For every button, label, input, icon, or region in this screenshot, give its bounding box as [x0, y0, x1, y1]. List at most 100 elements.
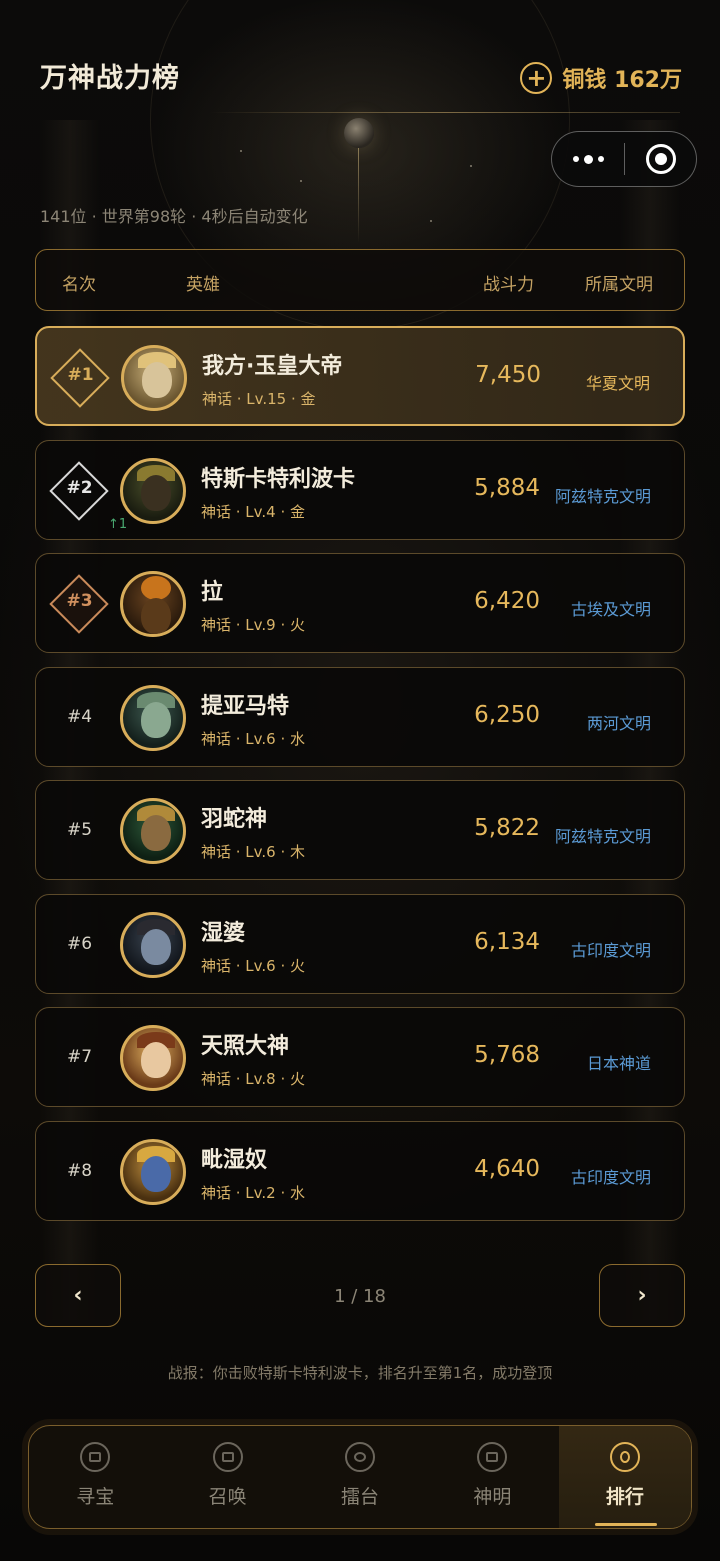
avatar-face — [142, 362, 172, 398]
battle-report: 战报：你击败特斯卡特利波卡，排名升至第1名，成功登顶 — [167, 1364, 553, 1382]
hero-meta: 神话 · Lv.2 · 水 — [201, 1184, 305, 1202]
rank-change: ↑1 — [108, 517, 128, 532]
hero-avatar — [121, 345, 187, 411]
tab-label: 寻宝 — [76, 1486, 115, 1508]
avatar-face — [141, 1156, 171, 1192]
tab-arena[interactable]: 擂台 — [294, 1426, 426, 1528]
tab-treasure[interactable]: 寻宝 — [29, 1426, 161, 1528]
hero-power: 6,250 — [474, 702, 540, 728]
avatar-face — [141, 929, 171, 965]
hero-avatar — [120, 458, 186, 524]
hero-civilization: 古埃及文明 — [570, 600, 651, 619]
column-civ: 所属文明 — [585, 275, 653, 295]
deity-icon — [477, 1442, 508, 1472]
hero-civilization: 古印度文明 — [570, 1168, 651, 1187]
tab-ranking[interactable]: 排行 — [558, 1426, 692, 1528]
hero-civilization: 古印度文明 — [570, 941, 651, 960]
more-options-icon[interactable] — [552, 132, 624, 186]
header: 万神战力榜 + 铜钱 162万 — [0, 0, 720, 200]
hero-name: 湿婆 — [201, 921, 246, 946]
rank-number: #4 — [66, 707, 93, 727]
avatar-sun-disk — [141, 576, 171, 600]
table-row[interactable]: #1 我方·玉皇大帝 神话 · Lv.15 · 金 7,450 华夏文明 — [35, 326, 685, 426]
hero-meta: 神话 · Lv.8 · 火 — [201, 1070, 305, 1088]
table-row[interactable]: #4 提亚马特 神话 · Lv.6 · 水 6,250 两河文明 — [35, 667, 685, 767]
column-hero: 英雄 — [186, 275, 220, 295]
rank-number: #7 — [66, 1047, 93, 1067]
hero-meta: 神话 · Lv.9 · 火 — [201, 616, 305, 634]
hero-avatar — [120, 685, 186, 751]
background-star — [430, 220, 432, 222]
avatar-face — [141, 1042, 171, 1078]
hero-avatar — [120, 571, 186, 637]
hero-civilization: 阿兹特克文明 — [554, 487, 651, 506]
tab-label: 擂台 — [341, 1486, 380, 1508]
hero-power: 7,450 — [475, 362, 541, 388]
hero-power: 6,420 — [474, 588, 540, 614]
hero-name: 特斯卡特利波卡 — [201, 467, 356, 492]
next-page-button[interactable]: › — [599, 1264, 685, 1327]
table-row[interactable]: #8 毗湿奴 神话 · Lv.2 · 水 4,640 古印度文明 — [35, 1121, 685, 1221]
rank-number: #6 — [66, 934, 93, 954]
hero-power: 4,640 — [474, 1156, 540, 1182]
hero-name: 天照大神 — [201, 1034, 290, 1059]
hero-name: 羽蛇神 — [201, 807, 268, 832]
column-rank: 名次 — [62, 275, 96, 295]
page-title: 万神战力榜 — [40, 63, 180, 94]
header-divider — [210, 112, 680, 113]
table-row[interactable]: #3 拉 神话 · Lv.9 · 火 6,420 古埃及文明 — [35, 553, 685, 653]
hero-name: 我方·玉皇大帝 — [202, 354, 343, 379]
ranking-icon — [609, 1442, 640, 1472]
avatar-face — [141, 815, 171, 851]
add-coins-icon[interactable]: + — [520, 62, 553, 94]
table-row[interactable]: #2 ↑1 特斯卡特利波卡 神话 · Lv.4 · 金 5,884 阿兹特克文明 — [35, 440, 685, 540]
table-header: 名次 英雄 战斗力 所属文明 — [35, 249, 685, 311]
bottom-tab-bar: 寻宝 召唤 擂台 神明 排行 — [28, 1425, 692, 1529]
hero-meta: 神话 · Lv.4 · 金 — [201, 503, 305, 521]
avatar-face — [141, 702, 171, 738]
tab-deity[interactable]: 神明 — [426, 1426, 558, 1528]
hero-meta: 神话 · Lv.6 · 火 — [201, 957, 305, 975]
rank-number: #8 — [66, 1161, 93, 1181]
miniprogram-capsule — [551, 131, 697, 187]
tab-label: 召唤 — [208, 1486, 247, 1508]
hero-power: 5,822 — [474, 815, 540, 841]
page-indicator: 1 / 18 — [334, 1286, 386, 1307]
coins-display: + 铜钱 162万 — [520, 62, 682, 94]
hero-name: 提亚马特 — [201, 694, 290, 719]
active-tab-indicator — [594, 1523, 657, 1526]
table-row[interactable]: #6 湿婆 神话 · Lv.6 · 火 6,134 古印度文明 — [35, 894, 685, 994]
table-row[interactable]: #5 羽蛇神 神话 · Lv.6 · 木 5,822 阿兹特克文明 — [35, 780, 685, 880]
hero-name: 拉 — [201, 580, 224, 605]
hero-avatar — [120, 912, 186, 978]
coins-label: 铜钱 162万 — [562, 68, 682, 93]
hero-civilization: 华夏文明 — [585, 374, 650, 393]
hero-power: 5,768 — [474, 1042, 540, 1068]
summon-icon — [212, 1442, 243, 1472]
hero-civilization: 两河文明 — [586, 714, 651, 733]
hero-power: 5,884 — [474, 475, 540, 501]
hero-avatar — [120, 1139, 186, 1205]
hero-meta: 神话 · Lv.6 · 木 — [201, 843, 305, 861]
hero-civilization: 日本神道 — [586, 1054, 651, 1073]
rank-number: #1 — [67, 365, 94, 385]
avatar-face — [141, 475, 171, 511]
hero-civilization: 阿兹特克文明 — [554, 827, 651, 846]
round-info: 141位 · 世界第98轮 · 4秒后自动变化 — [40, 207, 308, 226]
hero-name: 毗湿奴 — [201, 1148, 268, 1173]
avatar-face — [141, 598, 171, 634]
hero-meta: 神话 · Lv.6 · 水 — [201, 730, 305, 748]
tab-summon[interactable]: 召唤 — [161, 1426, 293, 1528]
rank-number: #5 — [66, 820, 93, 840]
hero-avatar — [120, 798, 186, 864]
hero-avatar — [120, 1025, 186, 1091]
table-row[interactable]: #7 天照大神 神话 · Lv.8 · 火 5,768 日本神道 — [35, 1007, 685, 1107]
close-miniprogram-icon[interactable] — [625, 132, 696, 186]
column-power: 战斗力 — [483, 275, 534, 295]
tab-label: 排行 — [605, 1486, 644, 1508]
hero-power: 6,134 — [474, 929, 540, 955]
arena-icon — [345, 1442, 376, 1472]
rank-number: #2 — [66, 478, 93, 498]
treasure-icon — [80, 1442, 111, 1472]
tab-label: 神明 — [473, 1486, 512, 1508]
